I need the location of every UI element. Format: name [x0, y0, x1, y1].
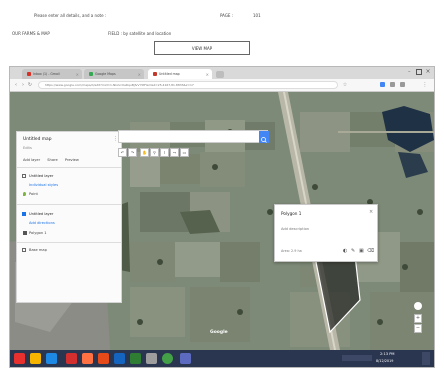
pdf-reader-icon[interactable]	[66, 353, 77, 364]
close-icon[interactable]: ×	[76, 72, 79, 77]
document-page-number: 101	[253, 13, 261, 18]
document-line-2: OUR FARMS & MAP	[12, 31, 50, 36]
tab-untitled-map[interactable]: Untitled map ×	[148, 69, 212, 79]
layer-2-item[interactable]: Polygon 1	[29, 231, 47, 235]
url-field[interactable]: https://www.google.com/maps/d/edit?mid=1…	[38, 81, 338, 89]
add-directions-link[interactable]: Add directions	[29, 221, 55, 225]
document-line-2-right: FIELD : by satellite and location	[108, 31, 172, 36]
tab-gmail[interactable]: Inbox (1) - Gmail ×	[22, 69, 82, 79]
tab-google-maps[interactable]: Google Maps ×	[84, 69, 144, 79]
system-tray-icons[interactable]	[342, 355, 372, 361]
add-marker-icon[interactable]: ⚲	[150, 148, 159, 157]
extension-icon[interactable]	[390, 82, 395, 87]
directions-icon[interactable]: ⤳	[170, 148, 179, 157]
photo-icon[interactable]: ▣	[359, 248, 364, 254]
chrome-icon[interactable]	[162, 353, 173, 364]
base-map-toggle[interactable]: Base map	[29, 248, 47, 252]
gmail-icon	[27, 72, 31, 76]
base-map-icon	[22, 248, 26, 252]
redo-icon[interactable]: ↷	[128, 148, 137, 157]
word-icon[interactable]	[114, 353, 125, 364]
powerpoint-icon[interactable]	[98, 353, 109, 364]
search-button[interactable]	[259, 131, 269, 143]
close-icon[interactable]: ×	[206, 72, 209, 77]
pin-icon	[23, 192, 26, 196]
delete-icon[interactable]: ⌫	[367, 248, 374, 254]
preview-button[interactable]: Preview	[65, 158, 79, 162]
undo-icon[interactable]: ↶	[118, 148, 127, 157]
zoom-out-button[interactable]: −	[414, 324, 422, 333]
paint-icon[interactable]: ◐	[343, 248, 347, 254]
address-bar-row: ‹ › ↻ https://www.google.com/maps/d/edit…	[10, 79, 434, 92]
my-location-icon[interactable]	[414, 302, 422, 310]
tab-strip: Inbox (1) - Gmail × Google Maps × Untitl…	[10, 67, 434, 79]
bookmark-star-icon[interactable]: ☆	[342, 82, 348, 88]
map-search-box[interactable]	[118, 130, 269, 143]
popup-description[interactable]: Add description	[281, 227, 309, 231]
close-icon[interactable]: ×	[138, 72, 141, 77]
popup-close-icon[interactable]: ×	[369, 209, 373, 215]
browser-menu-icon[interactable]: ⋮	[422, 82, 428, 88]
new-tab-button[interactable]	[216, 71, 224, 78]
tab-label: Google Maps	[95, 72, 116, 76]
excel-icon[interactable]	[130, 353, 141, 364]
layer-1-item[interactable]: Point	[29, 192, 38, 196]
map-description: Edits	[23, 146, 32, 150]
forward-icon[interactable]: ›	[20, 82, 26, 88]
hand-icon[interactable]: ✋	[140, 148, 149, 157]
app-icon[interactable]	[146, 353, 157, 364]
panel-actions: Add layer Share Preview	[23, 158, 79, 162]
edit-icon[interactable]: ✎	[351, 248, 355, 254]
document-box-button[interactable]: VIEW MAP	[154, 41, 250, 55]
popup-title[interactable]: Polygon 1	[281, 211, 301, 216]
popup-area: Area: 2.9 ha	[281, 249, 302, 253]
internet-explorer-icon[interactable]	[46, 353, 57, 364]
layers-panel: Untitled map ⋮ Edits Add layer Share Pre…	[16, 131, 122, 303]
window-close-icon[interactable]: ×	[424, 68, 432, 76]
start-button[interactable]	[14, 353, 25, 364]
feature-info-popup: Polygon 1 × Add description Area: 2.9 ha…	[274, 204, 378, 262]
file-explorer-icon[interactable]	[30, 353, 41, 364]
extension-icon[interactable]	[380, 82, 385, 87]
zoom-in-button[interactable]: +	[414, 314, 422, 323]
maximize-icon[interactable]	[416, 69, 422, 75]
show-desktop-button[interactable]	[422, 352, 430, 365]
my-maps-icon	[153, 72, 157, 76]
windows-taskbar: 2:13 PM 8/12/2019	[10, 350, 434, 367]
share-button[interactable]: Share	[47, 158, 57, 162]
clock-time[interactable]: 2:13 PM	[380, 352, 394, 356]
layer-checkbox[interactable]	[22, 212, 26, 216]
reload-icon[interactable]: ↻	[27, 82, 33, 88]
satellite-map[interactable]: Untitled map ⋮ Edits Add layer Share Pre…	[10, 92, 434, 350]
layer-2-title[interactable]: Untitled layer	[29, 212, 53, 216]
browser-window: Inbox (1) - Gmail × Google Maps × Untitl…	[9, 66, 435, 368]
search-icon	[261, 137, 267, 143]
tab-label: Untitled map	[159, 72, 180, 76]
firefox-icon[interactable]	[82, 353, 93, 364]
tab-label: Inbox (1) - Gmail	[33, 72, 60, 76]
maps-icon	[89, 72, 93, 76]
divider	[17, 167, 121, 168]
layer-1-style[interactable]: Individual styles	[29, 183, 58, 187]
polygon-icon	[23, 231, 27, 235]
clock-date[interactable]: 8/12/2019	[376, 359, 393, 363]
add-layer-button[interactable]: Add layer	[23, 158, 40, 162]
map-toolbar: ↶ ↷ ✋ ⚲ ⌇ ⤳ ▭	[118, 148, 198, 157]
back-icon[interactable]: ‹	[13, 82, 19, 88]
layer-checkbox[interactable]	[22, 174, 26, 178]
document-page-label: PAGE :	[220, 13, 234, 18]
app-icon[interactable]	[180, 353, 191, 364]
document-line-1: Please enter all details, and a note :	[34, 13, 107, 18]
extension-icon[interactable]	[400, 82, 405, 87]
layer-1-title[interactable]: Untitled layer	[29, 174, 53, 178]
minimize-icon[interactable]: –	[408, 69, 414, 75]
divider	[17, 242, 121, 243]
map-title[interactable]: Untitled map	[23, 137, 52, 142]
google-logo: Google	[210, 330, 228, 335]
draw-line-icon[interactable]: ⌇	[160, 148, 169, 157]
ruler-icon[interactable]: ▭	[180, 148, 189, 157]
divider	[17, 204, 121, 205]
